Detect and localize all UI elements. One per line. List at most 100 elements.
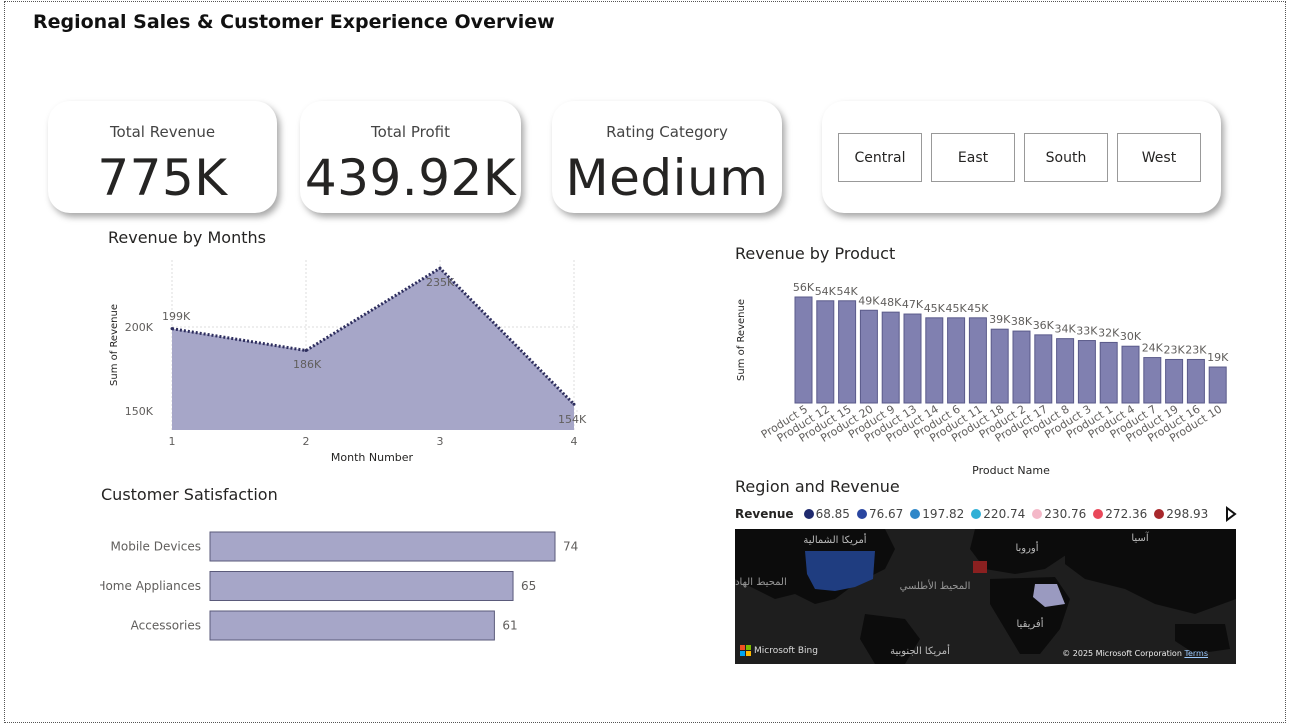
revenue-by-product-chart[interactable]: 56KProduct 554KProduct 1254KProduct 1549… (728, 268, 1238, 482)
region-button-west[interactable]: West (1117, 133, 1201, 182)
total-profit-card[interactable]: Total Profit 439.92K (300, 101, 521, 213)
bar[interactable] (1165, 358, 1184, 404)
revenue-by-months-title: Revenue by Months (108, 228, 266, 247)
legend-item[interactable]: 220.74 (971, 507, 1025, 521)
bar[interactable] (1077, 340, 1096, 404)
x-tick-label: 1 (169, 435, 176, 448)
data-point[interactable] (572, 402, 576, 406)
legend-label: 298.93 (1166, 507, 1209, 521)
data-label: 19K (1207, 351, 1229, 364)
map-label: المحيط الهادي (735, 577, 787, 588)
bar[interactable] (881, 311, 900, 404)
bar[interactable] (968, 317, 987, 404)
x-axis-title: Month Number (331, 451, 414, 464)
region-button-east[interactable]: East (931, 133, 1015, 182)
card-value: 439.92K (304, 149, 517, 207)
legend-next-arrow-icon[interactable] (1224, 506, 1238, 522)
legend-item[interactable]: 76.67 (856, 507, 904, 521)
data-label: 23K (1163, 343, 1185, 356)
bar[interactable] (990, 328, 1009, 404)
card-value: Medium (565, 149, 769, 207)
bar[interactable] (816, 300, 835, 404)
legend-item[interactable]: 298.93 (1154, 507, 1208, 521)
data-label: 30K (1120, 330, 1142, 343)
bar[interactable] (947, 317, 966, 404)
report-title: Regional Sales & Customer Experience Ove… (33, 11, 555, 33)
map-legend: Revenue 68.85 76.67 197.82 220.74 230.76… (735, 507, 1215, 521)
bar[interactable] (1121, 345, 1140, 404)
x-tick-label: 2 (303, 435, 310, 448)
microsoft-logo-icon (740, 645, 751, 656)
data-label: 23K (1185, 343, 1207, 356)
bar[interactable] (925, 317, 944, 404)
region-revenue-title: Region and Revenue (735, 477, 900, 496)
data-label: 36K (1033, 319, 1055, 332)
bar[interactable] (209, 610, 495, 641)
legend-item[interactable]: 68.85 (803, 507, 850, 521)
terms-link[interactable]: Terms (1184, 649, 1208, 658)
legend-dot (910, 509, 921, 519)
region-button-south[interactable]: South (1024, 133, 1108, 182)
region-map[interactable]: أمريكا الشمالية أوروبا آسيا المحيط الهاد… (735, 529, 1236, 664)
bar[interactable] (1099, 341, 1118, 404)
bar[interactable] (838, 300, 857, 404)
bar[interactable] (903, 313, 922, 404)
data-label: 45K (924, 302, 946, 315)
data-label: 154K (558, 413, 587, 426)
y-axis-title: Sum of Revenue (109, 304, 120, 386)
total-revenue-card[interactable]: Total Revenue 775K (48, 101, 277, 213)
legend-dot (971, 509, 982, 519)
data-label: 45K (967, 302, 989, 315)
data-label: 34K (1054, 323, 1076, 336)
map-label: آسيا (1131, 531, 1149, 544)
bar[interactable] (859, 309, 878, 404)
legend-item[interactable]: 230.76 (1032, 507, 1086, 521)
data-label: 186K (293, 358, 322, 371)
bing-logo-text: Microsoft Bing (754, 645, 818, 656)
customer-satisfaction-chart[interactable]: Mobile Devices 74 Home Appliances 65 Accesso… (100, 525, 600, 650)
map-label: أوروبا (1015, 541, 1038, 554)
data-point[interactable] (304, 349, 308, 353)
data-point[interactable] (170, 327, 174, 331)
bar[interactable] (1143, 357, 1162, 404)
data-label: 32K (1098, 326, 1120, 339)
data-label: 65 (521, 579, 536, 593)
region-slicer: Central East South West (822, 101, 1221, 213)
region-button-central[interactable]: Central (838, 133, 922, 182)
bar[interactable] (1208, 366, 1227, 404)
legend-dot (1154, 509, 1165, 519)
map-canvas: أمريكا الشمالية أوروبا آسيا المحيط الهاد… (735, 529, 1236, 664)
bar[interactable] (794, 296, 813, 404)
bar[interactable] (1056, 338, 1075, 404)
bar[interactable] (1034, 334, 1053, 404)
legend-label: 220.74 (983, 507, 1026, 521)
card-label: Total Profit (371, 123, 450, 141)
legend-item[interactable]: 272.36 (1093, 507, 1147, 521)
legend-item[interactable]: 197.82 (910, 507, 964, 521)
y-axis-title: Sum of Revenue (736, 299, 747, 381)
data-point[interactable] (438, 266, 442, 270)
bar[interactable] (1186, 358, 1205, 404)
card-label: Total Revenue (109, 123, 216, 141)
data-label: 45K (945, 302, 967, 315)
revenue-by-product-title: Revenue by Product (735, 244, 896, 263)
bar[interactable] (209, 571, 514, 601)
data-label: 48K (880, 296, 902, 309)
x-axis-title: Product Name (972, 464, 1050, 477)
revenue-by-months-chart[interactable]: 200K 150K 1 2 3 4 Month Number Sum of Re… (100, 250, 600, 470)
legend-label: 68.85 (815, 507, 850, 521)
rating-category-card[interactable]: Rating Category Medium (552, 101, 782, 213)
copyright-text: © 2025 Microsoft Corporation (1062, 649, 1182, 658)
bar[interactable] (1012, 330, 1031, 404)
bar[interactable] (209, 531, 556, 562)
legend-label: 230.76 (1044, 507, 1087, 521)
category-label: Accessories (131, 619, 201, 633)
y-tick-label: 200K (125, 321, 154, 334)
category-label: Home Appliances (100, 579, 201, 593)
legend-label: 197.82 (922, 507, 965, 521)
data-label: 235K (426, 276, 455, 289)
data-label: 38K (1011, 315, 1033, 328)
legend-label: 76.67 (868, 507, 904, 521)
legend-dot (1032, 509, 1043, 519)
legend-dot (856, 509, 867, 519)
